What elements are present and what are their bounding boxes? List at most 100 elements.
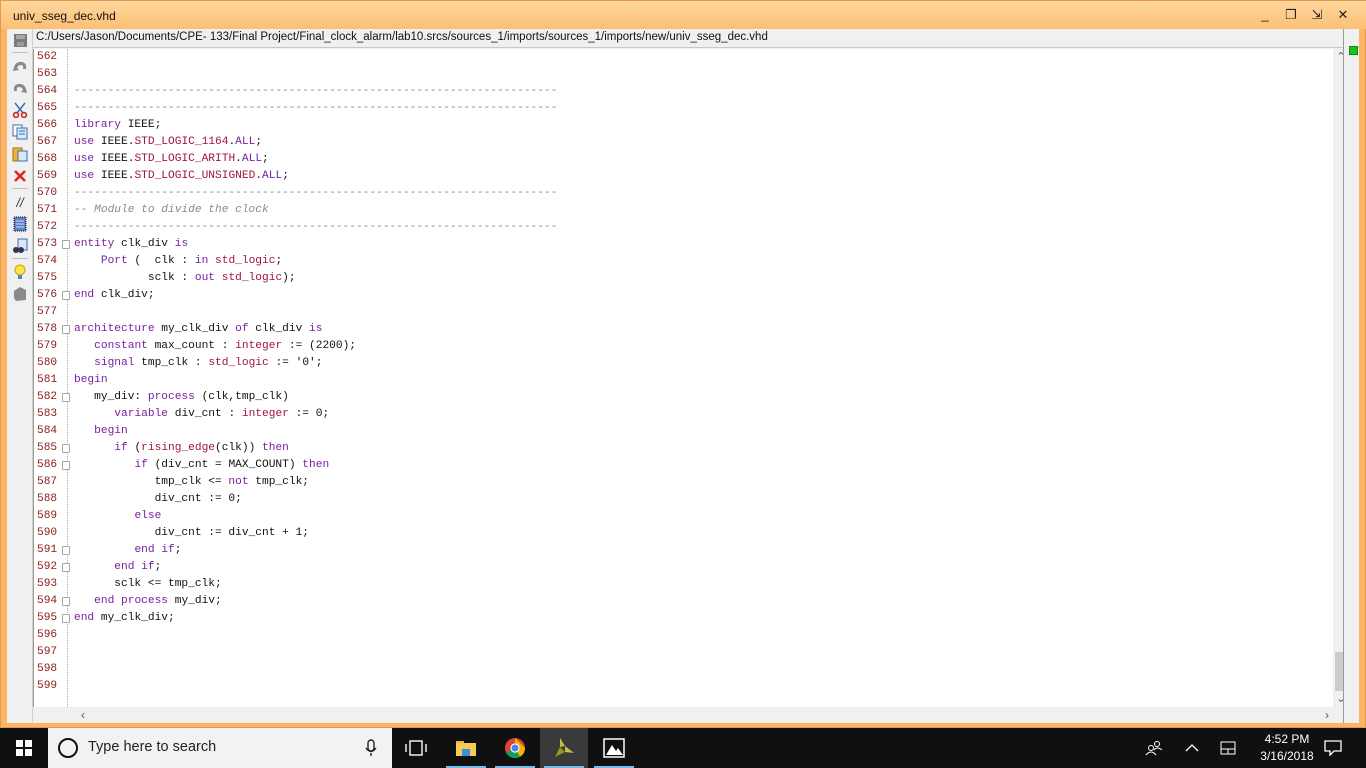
file-path: C:/Users/Jason/Documents/CPE- 133/Final … (36, 31, 768, 43)
undo-button[interactable] (11, 57, 29, 75)
keyword-token: out (194, 272, 216, 284)
search-box[interactable]: Type here to search (48, 728, 392, 768)
code-line[interactable]: 576 end clk_div; (34, 287, 1324, 304)
code-line[interactable]: 570 -------------------------------------… (34, 185, 1324, 202)
keyword-token: end (74, 289, 95, 301)
code-line[interactable]: 562 (34, 49, 1324, 66)
code-line[interactable]: 574 Port ( clk : in std_logic; (34, 253, 1324, 270)
photos-button[interactable] (590, 728, 638, 768)
show-hidden-icons-button[interactable] (1180, 728, 1204, 768)
code-line[interactable]: 592 end if; (34, 559, 1324, 576)
code-line[interactable]: 593 sclk <= tmp_clk; (34, 576, 1324, 593)
action-center-button[interactable] (1320, 728, 1346, 768)
paste-icon (12, 147, 28, 162)
code-line[interactable]: 582 my_div: process (clk,tmp_clk) (34, 389, 1324, 406)
code-line[interactable]: 577 (34, 304, 1324, 321)
scroll-left-icon[interactable]: ‹ (75, 707, 91, 723)
title-bar[interactable]: univ_sseg_dec.vhd _ ❐ ⇲ ✕ (1, 1, 1366, 29)
template-button[interactable] (11, 285, 29, 303)
code-line[interactable]: 584 begin (34, 423, 1324, 440)
line-number: 599 (37, 680, 58, 692)
line-number: 578 (37, 323, 58, 335)
code-line[interactable]: 566 library IEEE; (34, 117, 1324, 134)
code-token: max_count : (147, 340, 236, 352)
code-line[interactable]: 578 architecture my_clk_div of clk_div is (34, 321, 1324, 338)
horizontal-scrollbar[interactable]: ‹ › (33, 707, 1333, 723)
code-editor[interactable]: 562 563 564 -------------------------------… (33, 49, 1333, 707)
fold-collapse-icon[interactable] (62, 240, 70, 249)
line-number: 567 (37, 136, 58, 148)
fold-collapse-icon[interactable] (62, 461, 70, 470)
code-line[interactable]: 597 (34, 644, 1324, 661)
code-line[interactable]: 572 -------------------------------------… (34, 219, 1324, 236)
notification-icon (1324, 740, 1342, 756)
code-line[interactable]: 573 entity clk_div is (34, 236, 1324, 253)
paste-button[interactable] (11, 145, 29, 163)
hint-button[interactable] (11, 263, 29, 281)
close-button[interactable]: ✕ (1335, 7, 1351, 23)
code-token: ; (275, 255, 283, 267)
code-line[interactable]: 589 else (34, 508, 1324, 525)
code-line[interactable]: 583 variable div_cnt : integer := 0; (34, 406, 1324, 423)
code-line[interactable]: 596 (34, 627, 1324, 644)
float-button[interactable]: ⇲ (1309, 7, 1325, 23)
keyword-token: constant (94, 340, 148, 352)
code-line[interactable]: 590 div_cnt := div_cnt + 1; (34, 525, 1324, 542)
minimize-button[interactable]: _ (1257, 7, 1273, 23)
line-number: 598 (37, 663, 58, 675)
code-line[interactable]: 579 constant max_count : integer := (220… (34, 338, 1324, 355)
select-all-icon (13, 216, 27, 232)
fold-collapse-icon[interactable] (62, 393, 70, 402)
code-line[interactable]: 569 use IEEE.STD_LOGIC_UNSIGNED.ALL; (34, 168, 1324, 185)
people-button[interactable] (1140, 728, 1168, 768)
start-button[interactable] (0, 728, 48, 768)
task-view-button[interactable] (392, 728, 440, 768)
code-line[interactable]: 598 (34, 661, 1324, 678)
keyword-token: library (74, 119, 121, 131)
restore-button[interactable]: ❐ (1283, 7, 1299, 23)
comment-toggle-button[interactable]: // (11, 193, 29, 211)
code-line[interactable]: 565 -------------------------------------… (34, 100, 1324, 117)
redo-button[interactable] (11, 79, 29, 97)
select-all-button[interactable] (11, 215, 29, 233)
cut-button[interactable] (11, 101, 29, 119)
code-line[interactable]: 588 div_cnt := 0; (34, 491, 1324, 508)
microphone-icon[interactable] (364, 738, 378, 758)
delete-button[interactable] (11, 167, 29, 185)
fold-collapse-icon[interactable] (62, 325, 70, 334)
code-token: (clk,tmp_clk) (194, 391, 289, 403)
line-number: 575 (37, 272, 58, 284)
vivado-button[interactable] (540, 728, 588, 768)
code-line[interactable]: 563 (34, 66, 1324, 83)
system-clock[interactable]: 4:52 PM 3/16/2018 (1256, 731, 1318, 765)
code-text: variable div_cnt : integer := 0; (74, 406, 329, 423)
scroll-right-icon[interactable]: › (1319, 707, 1335, 723)
code-line[interactable]: 591 end if; (34, 542, 1324, 559)
code-line[interactable]: 594 end process my_div; (34, 593, 1324, 610)
code-text: if (rising_edge(clk)) then (74, 440, 289, 457)
find-button[interactable] (11, 237, 29, 255)
code-line[interactable]: 567 use IEEE.STD_LOGIC_1164.ALL; (34, 134, 1324, 151)
line-number: 565 (37, 102, 58, 114)
code-line[interactable]: 595 end my_clk_div; (34, 610, 1324, 627)
code-line[interactable]: 571 -- Module to divide the clock (34, 202, 1324, 219)
save-button[interactable] (11, 31, 29, 49)
code-line[interactable]: 568 use IEEE.STD_LOGIC_ARITH.ALL; (34, 151, 1324, 168)
input-indicator-button[interactable] (1216, 728, 1240, 768)
code-line[interactable]: 599 (34, 678, 1324, 695)
fold-collapse-icon[interactable] (62, 444, 70, 453)
code-line[interactable]: 575 sclk : out std_logic); (34, 270, 1324, 287)
code-line[interactable]: 585 if (rising_edge(clk)) then (34, 440, 1324, 457)
line-number: 585 (37, 442, 58, 454)
chrome-button[interactable] (491, 728, 539, 768)
code-line[interactable]: 581 begin (34, 372, 1324, 389)
code-line[interactable]: 564 -------------------------------------… (34, 83, 1324, 100)
code-line[interactable]: 580 signal tmp_clk : std_logic := '0'; (34, 355, 1324, 372)
code-line[interactable]: 586 if (div_cnt = MAX_COUNT) then (34, 457, 1324, 474)
line-number: 592 (37, 561, 58, 573)
line-number: 595 (37, 612, 58, 624)
code-line[interactable]: 587 tmp_clk <= not tmp_clk; (34, 474, 1324, 491)
file-explorer-button[interactable] (442, 728, 490, 768)
copy-button[interactable] (11, 123, 29, 141)
